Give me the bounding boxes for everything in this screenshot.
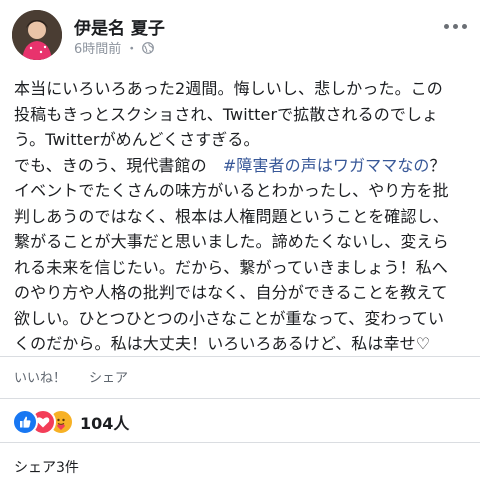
like-button[interactable]: いいね！ xyxy=(14,367,66,386)
post-line-text: ？ xyxy=(429,155,446,175)
share-count[interactable]: シェア3件 xyxy=(14,457,79,477)
reaction-count: 104人 xyxy=(80,414,130,433)
action-bar: いいね！ シェア xyxy=(0,362,480,392)
share-button[interactable]: シェア xyxy=(89,367,128,386)
post-line: 本当にいろいろあった2週間。悔しいし、悲しかった。この xyxy=(14,79,443,98)
post-meta: 6時間前 ・ xyxy=(74,38,155,57)
meta-separator: ・ xyxy=(125,42,139,57)
divider xyxy=(0,442,480,443)
post-line: のやり方や人格の批判ではなく、自分ができることを教えて xyxy=(14,283,448,302)
dot xyxy=(461,23,467,29)
reaction-icons xyxy=(12,409,82,435)
reactions-summary[interactable]: 104人 xyxy=(0,404,480,438)
divider xyxy=(0,398,480,399)
post-line: 判しあうのではなく、根本は人権問題ということを確認し、 xyxy=(14,206,449,226)
post-header: 伊是名 夏子 6時間前 ・ xyxy=(0,0,480,66)
post-body: 本当にいろいろあった2週間。悔しいし、悲しかった。この 投稿もきっとスクショされ… xyxy=(14,76,466,357)
author-name[interactable]: 伊是名 夏子 xyxy=(74,14,165,39)
avatar[interactable] xyxy=(12,10,62,60)
post-line-text: でも、きのう、現代書館の xyxy=(14,155,223,175)
dot xyxy=(452,23,458,29)
dot xyxy=(443,23,449,29)
globe-icon xyxy=(142,41,155,54)
post-line: 欲しい。ひとつひとつの小さなことが重なって、変わってい xyxy=(14,308,445,328)
post-line: 繋がることが大事だと思いました。諦めたくないし、変えら xyxy=(14,232,449,251)
post-line-with-hashtag: でも、きのう、現代書館の #障害者の声はワガママなの？ xyxy=(14,153,466,179)
post-line: 投稿もきっとスクショされ、Twitterで拡散されるのでしょ xyxy=(14,104,439,124)
post-line: くのだから。私は大丈夫！いろいろあるけど、私は幸せ♡ xyxy=(14,334,431,353)
more-options-icon[interactable] xyxy=(440,16,470,36)
hashtag-link[interactable]: #障害者の声はワガママなの xyxy=(223,156,430,175)
post-line: イベントでたくさんの味方がいるとわかったし、やり方を批 xyxy=(14,181,449,200)
divider xyxy=(0,356,480,357)
post-time[interactable]: 6時間前 xyxy=(74,38,121,57)
like-reaction-icon xyxy=(12,409,38,435)
post-line: う。Twitterがめんどくさすぎる。 xyxy=(14,130,260,149)
avatar-photo xyxy=(12,10,62,60)
post-line: れる未来を信じたい。だから、繋がっていきましょう！私へ xyxy=(14,257,448,277)
